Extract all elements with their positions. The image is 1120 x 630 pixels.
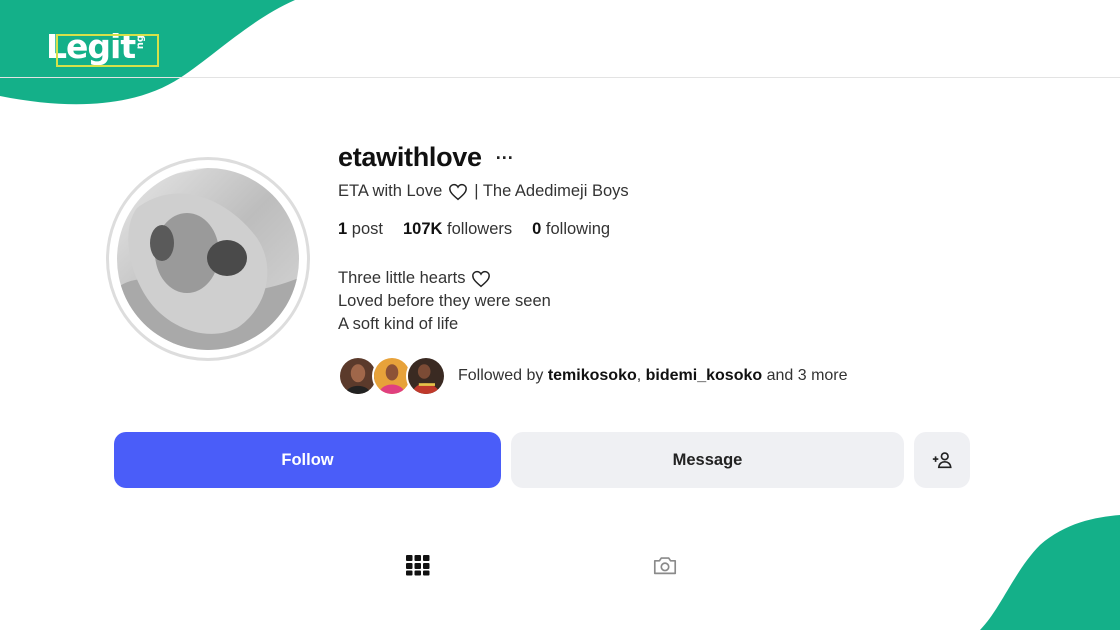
followers-label: followers <box>447 220 513 238</box>
bio-line: Three little hearts <box>338 267 551 290</box>
follow-button[interactable]: Follow <box>114 432 501 488</box>
mutual-avatar <box>406 356 446 396</box>
brand-shape-bottom-right <box>980 515 1120 630</box>
full-name-suffix: | The Adedimeji Boys <box>474 182 629 200</box>
profile-bio: Three little hearts Loved before they we… <box>338 267 551 336</box>
following-label: following <box>545 220 611 238</box>
followed-by-text: Followed by temikosoko, bidemi_kosoko an… <box>458 367 848 385</box>
message-button[interactable]: Message <box>511 432 904 488</box>
avatar-photo <box>117 168 299 350</box>
bio-line-2: Loved before they were seen <box>338 292 551 310</box>
posts-count: 1 <box>338 220 348 238</box>
logo-word: Legit <box>46 27 136 66</box>
mutual-avatars <box>338 356 446 396</box>
bio-line-3: A soft kind of life <box>338 315 459 333</box>
followed-suffix: and 3 more <box>766 367 848 384</box>
profile-avatar[interactable] <box>106 157 310 361</box>
full-name-text: ETA with Love <box>338 182 443 200</box>
header-divider <box>0 77 1120 78</box>
followers-stat[interactable]: 107K followers <box>403 220 512 239</box>
person-add-icon <box>932 452 952 469</box>
profile-full-name: ETA with Love | The Adedimeji Boys <box>338 182 629 201</box>
legit-logo[interactable]: Legit ng <box>46 27 159 67</box>
followed-prefix: Followed by <box>458 367 544 384</box>
username-row: etawithlove ··· <box>338 142 514 173</box>
heart-icon <box>472 270 491 287</box>
followed-user-2[interactable]: bidemi_kosoko <box>646 367 762 384</box>
followed-by[interactable]: Followed by temikosoko, bidemi_kosoko an… <box>338 356 848 396</box>
more-options-button[interactable]: ··· <box>496 149 514 167</box>
tagged-tab[interactable] <box>652 553 678 577</box>
following-count: 0 <box>532 220 542 238</box>
logo-suffix: ng <box>135 35 147 50</box>
followed-separator: , <box>636 367 642 384</box>
profile-stats: 1 post 107K followers 0 following <box>338 220 630 239</box>
profile-username: etawithlove <box>338 142 482 172</box>
suggested-accounts-button[interactable] <box>914 432 970 488</box>
bio-line: Loved before they were seen <box>338 290 551 313</box>
posts-stat[interactable]: 1 post <box>338 220 383 239</box>
posts-grid-tab[interactable] <box>405 553 431 577</box>
bio-line-1: Three little hearts <box>338 269 466 287</box>
followed-user-1[interactable]: temikosoko <box>548 367 637 384</box>
heart-icon <box>449 183 468 200</box>
posts-label: post <box>351 220 383 238</box>
followers-count: 107K <box>402 220 443 238</box>
brand-shape-top-left <box>0 0 295 105</box>
following-stat[interactable]: 0 following <box>532 220 610 239</box>
bio-line: A soft kind of life <box>338 313 551 336</box>
